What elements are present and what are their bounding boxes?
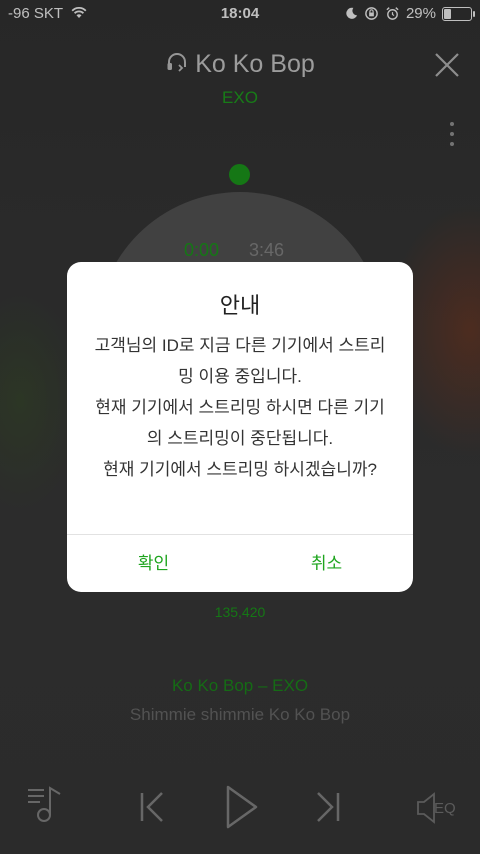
dialog-message: 고객님의 ID로 지금 다른 기기에서 스트리밍 이용 중입니다. 현재 기기에서…	[94, 336, 386, 479]
alert-dialog: 안내 고객님의 ID로 지금 다른 기기에서 스트리밍 이용 중입니다. 현재 기…	[67, 262, 413, 592]
dialog-title: 안내	[219, 293, 261, 318]
cancel-button[interactable]: 취소	[240, 535, 413, 592]
confirm-button[interactable]: 확인	[67, 535, 240, 592]
